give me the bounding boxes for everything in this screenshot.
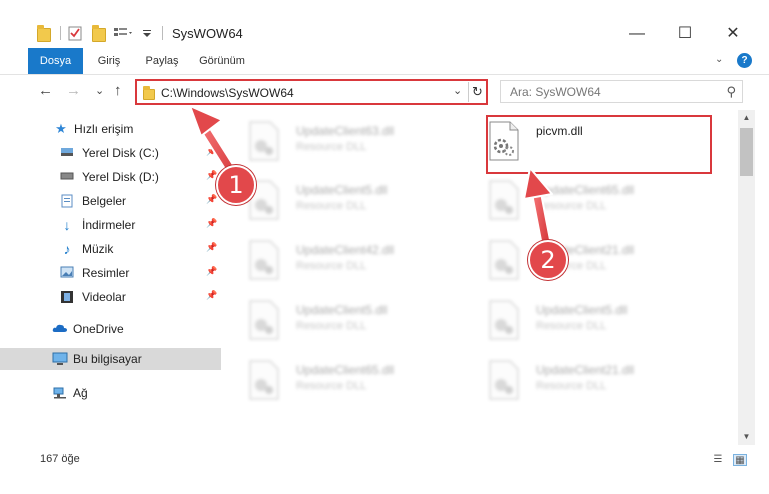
pin-icon[interactable]: 📌 [206, 290, 217, 301]
sidebar-item-music[interactable]: ♪ Müzik 📌 [0, 238, 221, 260]
properties-icon[interactable] [68, 25, 82, 41]
annotation-badge-2: 2 [528, 240, 568, 280]
search-icon[interactable]: ⚲ [726, 84, 736, 100]
dll-file-icon [246, 239, 282, 281]
recent-locations-button[interactable]: ⌄ [95, 84, 104, 97]
tiles-view-icon[interactable]: ▦ [733, 454, 747, 466]
documents-icon [60, 194, 74, 208]
folder-icon [37, 25, 51, 42]
pin-icon[interactable]: 📌 [206, 218, 217, 229]
sidebar-item-onedrive[interactable]: OneDrive [0, 318, 221, 340]
download-icon: ↓ [63, 217, 71, 233]
expand-ribbon-icon[interactable]: ⌄ [715, 54, 723, 65]
navigation-bar: ← → ⌄ ↑ C:\Windows\SysWOW64 ⌄ ↻ Ara: Sys… [0, 76, 769, 108]
tab-share[interactable]: Paylaş [138, 48, 186, 74]
minimize-button[interactable]: — [614, 22, 660, 46]
scrollbar-thumb[interactable] [740, 128, 753, 176]
maximize-button[interactable]: ☐ [662, 22, 708, 46]
file-item[interactable]: UpdateClient5.dll Resource DLL [484, 293, 712, 345]
chevron-down-icon[interactable] [142, 25, 152, 41]
item-count: 167 öğe [40, 453, 80, 465]
vertical-scrollbar[interactable]: ▲ ▼ [738, 110, 755, 445]
file-item[interactable]: UpdateClient21.dll Resource DLL [484, 353, 712, 405]
sidebar-item-local-disk-c[interactable]: Yerel Disk (C:) 📌 [0, 142, 221, 164]
videos-icon [60, 290, 74, 304]
computer-icon [52, 352, 68, 366]
up-button[interactable]: ↑ [114, 82, 122, 99]
toolbar-separator [60, 26, 61, 40]
sidebar-item-documents[interactable]: Belgeler 📌 [0, 190, 221, 212]
file-item[interactable]: UpdateClient5.dll Resource DLL [244, 173, 472, 225]
dll-file-icon [486, 299, 522, 341]
scroll-down-icon[interactable]: ▼ [738, 429, 755, 445]
file-list[interactable]: UpdateClient63.dll Resource DLL picvm.dl… [222, 110, 738, 445]
navigation-pane: ★ Hızlı erişim Yerel Disk (C:) 📌 Yerel D… [0, 110, 222, 445]
tab-view[interactable]: Görünüm [192, 48, 252, 74]
file-item[interactable]: UpdateClient21.dll Resource DLL [484, 233, 712, 285]
dll-file-icon [486, 179, 522, 221]
details-view-icon[interactable]: ☰ [711, 454, 725, 466]
pin-icon[interactable]: 📌 [206, 242, 217, 253]
help-icon[interactable]: ? [737, 53, 752, 68]
tab-home[interactable]: Giriş [90, 48, 128, 74]
file-item[interactable]: UpdateClient42.dll Resource DLL [244, 233, 472, 285]
search-box[interactable]: Ara: SysWOW64 ⚲ [500, 80, 743, 103]
sidebar-item-local-disk-d[interactable]: Yerel Disk (D:) 📌 [0, 166, 221, 188]
sidebar-item-quick-access[interactable]: ★ Hızlı erişim [0, 118, 221, 140]
pin-icon[interactable]: 📌 [206, 170, 217, 181]
address-dropdown-icon[interactable]: ⌄ [453, 84, 462, 97]
pin-icon[interactable]: 📌 [206, 194, 217, 205]
status-bar: 167 öğe ☰ ▦ [0, 445, 769, 473]
folder-icon [143, 86, 155, 100]
scroll-up-icon[interactable]: ▲ [738, 110, 755, 126]
title-bar: SysWOW64 — ☐ ✕ [0, 0, 769, 48]
file-item[interactable]: UpdateClient65.dll Resource DLL [484, 173, 712, 225]
forward-button[interactable]: → [66, 82, 81, 99]
customize-toolbar-icon[interactable] [113, 25, 135, 41]
window-title: SysWOW64 [172, 26, 243, 41]
file-item[interactable]: UpdateClient5.dll Resource DLL [244, 293, 472, 345]
drive-icon [60, 146, 74, 160]
tab-file[interactable]: Dosya [28, 48, 83, 74]
sidebar-item-downloads[interactable]: ↓ İndirmeler 📌 [0, 214, 221, 236]
dll-file-icon [246, 359, 282, 401]
back-button[interactable]: ← [38, 82, 53, 99]
highlight-box [486, 115, 712, 174]
pin-icon[interactable]: 📌 [206, 266, 217, 277]
pin-icon[interactable]: 📌 [206, 146, 217, 157]
sidebar-item-pictures[interactable]: Resimler 📌 [0, 262, 221, 284]
file-item[interactable]: UpdateClient65.dll Resource DLL [244, 353, 472, 405]
annotation-badge-1: 1 [216, 165, 256, 205]
sidebar-item-videos[interactable]: Videolar 📌 [0, 286, 221, 308]
sidebar-item-this-pc[interactable]: Bu bilgisayar [0, 348, 221, 370]
cloud-icon [52, 322, 67, 336]
close-button[interactable]: ✕ [710, 22, 756, 46]
address-path[interactable]: C:\Windows\SysWOW64 [161, 86, 294, 100]
star-icon: ★ [55, 121, 67, 136]
dll-file-icon [246, 299, 282, 341]
file-item[interactable]: UpdateClient63.dll Resource DLL [244, 114, 472, 166]
search-input[interactable]: Ara: SysWOW64 [510, 85, 601, 99]
ribbon: Dosya Giriş Paylaş Görünüm ⌄ ? [0, 48, 769, 75]
pictures-icon [60, 266, 74, 280]
toolbar-separator [162, 26, 163, 40]
music-icon: ♪ [63, 241, 71, 257]
refresh-button[interactable]: ↻ [468, 82, 486, 102]
network-icon [52, 386, 66, 400]
address-bar[interactable]: C:\Windows\SysWOW64 ⌄ ↻ [135, 79, 488, 105]
new-folder-icon[interactable] [92, 25, 106, 42]
drive-icon [60, 170, 74, 184]
dll-file-icon [246, 120, 282, 162]
sidebar-item-network[interactable]: Ağ [0, 382, 221, 404]
window-bottom [0, 473, 769, 494]
dll-file-icon [486, 359, 522, 401]
dll-file-icon [486, 239, 522, 281]
